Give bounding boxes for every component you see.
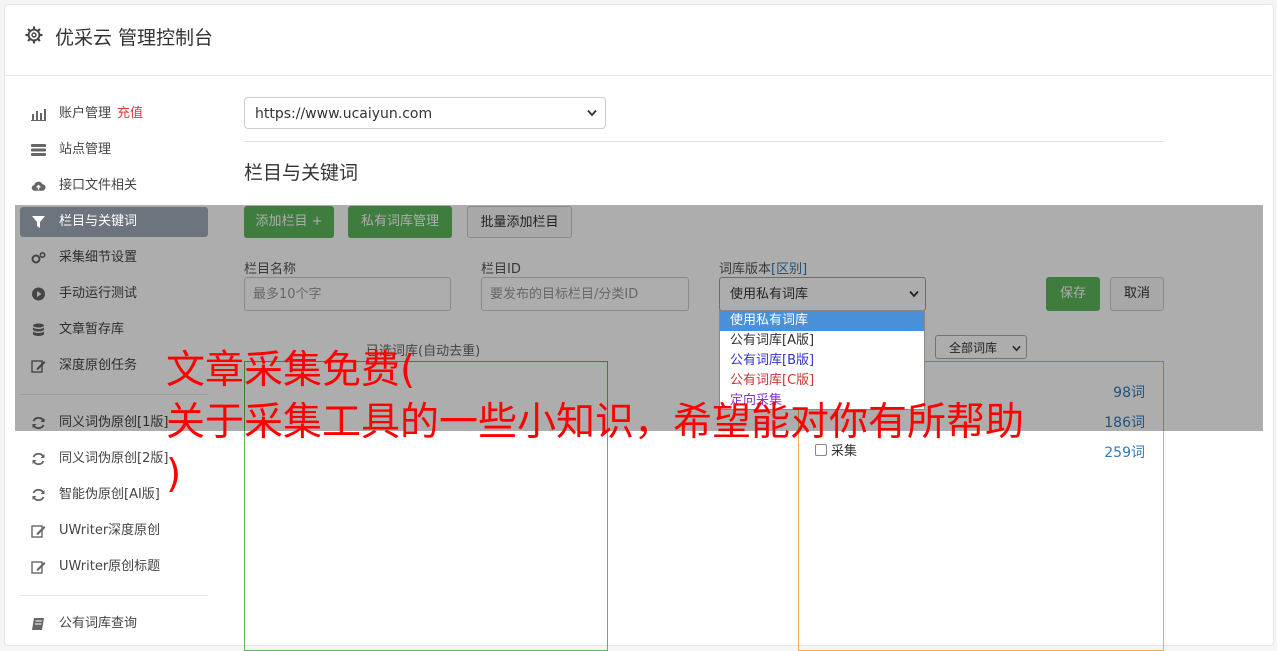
page-header: 优采云 管理控制台 — [5, 5, 1273, 76]
sidebar-item-label: UWriter深度原创 — [59, 523, 161, 538]
overlay-caption: 文章采集免费( 关于采集工具的一些小知识，希望能对你有所帮助 ) — [166, 348, 1025, 497]
sidebar-item-interface[interactable]: 接口文件相关 — [20, 171, 208, 201]
site-select[interactable]: https://www.ucaiyun.com — [244, 97, 606, 129]
sidebar-item-uwriter-title[interactable]: UWriter原创标题 — [20, 552, 208, 582]
edit-icon — [31, 525, 46, 538]
book-icon — [32, 618, 44, 630]
sidebar-item-label: 接口文件相关 — [59, 178, 138, 193]
sidebar-item-label: 智能伪原创[AI版] — [59, 487, 160, 502]
sidebar-item-account[interactable]: 账户管理 充值 — [20, 99, 208, 129]
refresh-icon — [32, 452, 45, 466]
section-title: 栏目与关键词 — [244, 162, 359, 184]
sidebar-item-label: 同义词伪原创[2版] — [59, 451, 169, 466]
sidebar-item-label: UWriter原创标题 — [59, 559, 161, 574]
edit-icon — [31, 561, 46, 574]
sidebar-item-uwriter-deep[interactable]: UWriter深度原创 — [20, 516, 208, 546]
sidebar-item-label: 栏目与关键词 — [59, 214, 138, 229]
sidebar-divider — [20, 595, 208, 596]
sidebar-item-label: 公有词库查询 — [59, 616, 138, 631]
dropdown-option[interactable]: 使用私有词库 — [720, 311, 924, 331]
gear-icon — [25, 26, 43, 44]
sidebar-item-label: 账户管理 — [59, 106, 112, 121]
cloud-upload-icon — [31, 181, 46, 191]
recharge-link[interactable]: 充值 — [117, 106, 143, 121]
page-title: 优采云 管理控制台 — [55, 27, 214, 49]
section-divider — [244, 141, 1164, 142]
sidebar-item-sites[interactable]: 站点管理 — [20, 135, 208, 165]
sidebar-item-public-lib[interactable]: 公有词库查询 — [20, 609, 208, 639]
sidebar-item-label: 站点管理 — [59, 142, 112, 157]
refresh-icon — [32, 488, 45, 502]
site-select-value: https://www.ucaiyun.com — [255, 106, 433, 122]
filter-icon — [32, 216, 45, 228]
sidebar-item-columns[interactable]: 栏目与关键词 — [20, 207, 208, 237]
server-icon — [31, 144, 46, 156]
bar-chart-icon — [31, 109, 46, 121]
chevron-down-icon — [587, 109, 597, 117]
